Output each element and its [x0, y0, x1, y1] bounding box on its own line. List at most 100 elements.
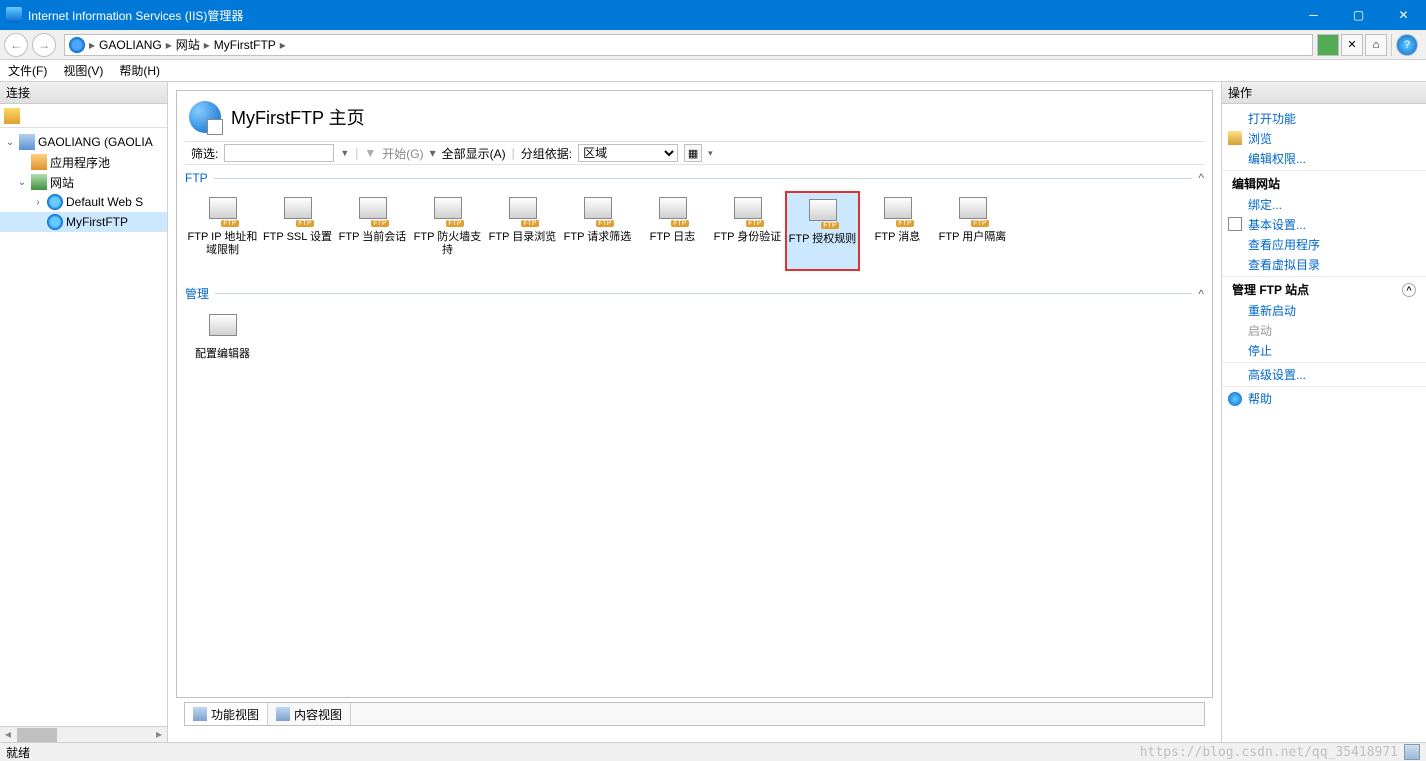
action-browse[interactable]: 浏览: [1222, 128, 1426, 148]
action-start: 启动: [1222, 320, 1426, 340]
collapse-icon[interactable]: ^: [1192, 171, 1204, 185]
action-advanced-settings[interactable]: 高级设置...: [1222, 362, 1426, 384]
feature-icon: FTP: [357, 195, 389, 227]
server-icon: [19, 134, 35, 150]
actions-panel: 操作 打开功能 浏览 编辑权限... 编辑网站 绑定... 基本设置... 查看…: [1221, 82, 1426, 742]
collapse-icon[interactable]: ⌄: [4, 137, 16, 148]
app-pool-icon: [31, 154, 47, 170]
tree-app-pools[interactable]: 应用程序池: [0, 152, 167, 172]
tree-sites-node[interactable]: ⌄ 网站: [0, 172, 167, 192]
connections-tree[interactable]: ⌄ GAOLIANG (GAOLIA 应用程序池 ⌄ 网站 › Default …: [0, 128, 167, 726]
tab-label: 功能视图: [211, 706, 259, 723]
view-tabs: 功能视图 内容视图: [184, 702, 1205, 726]
filter-input[interactable]: [224, 144, 334, 162]
nav-bar: ← → ▸ GAOLIANG ▸ 网站 ▸ MyFirstFTP ▸ ✕ ⌂ ?: [0, 30, 1426, 60]
tree-myfirstftp[interactable]: MyFirstFTP: [0, 212, 167, 232]
feature-item[interactable]: FTPFTP 身份验证: [710, 191, 785, 271]
content-icon: [276, 707, 290, 721]
nav-back-button[interactable]: ←: [4, 33, 28, 57]
collapse-icon[interactable]: ^: [1192, 287, 1204, 301]
view-mode-button[interactable]: ▦: [684, 144, 702, 162]
help-icon: [1228, 392, 1242, 406]
config-level-icon[interactable]: [1404, 744, 1420, 760]
folder-icon[interactable]: [4, 108, 20, 124]
feature-item[interactable]: FTPFTP 防火墙支持: [410, 191, 485, 271]
horizontal-scrollbar[interactable]: ◂ ▸: [0, 726, 167, 742]
feature-item[interactable]: 配置编辑器: [185, 308, 260, 388]
tree-server-node[interactable]: ⌄ GAOLIANG (GAOLIA: [0, 132, 167, 152]
tree-label: 应用程序池: [50, 154, 110, 171]
feature-icon: FTP: [957, 195, 989, 227]
nav-forward-button[interactable]: →: [32, 33, 56, 57]
stop-icon[interactable]: ✕: [1341, 34, 1363, 56]
feature-item[interactable]: FTP FTP 日志: [635, 191, 710, 271]
show-all-button[interactable]: 全部显示(A): [442, 145, 506, 162]
chevron-right-icon: ▸: [280, 38, 286, 52]
feature-item[interactable]: FTPFTP 用户隔离: [935, 191, 1010, 271]
feature-label: FTP 日志: [650, 231, 696, 244]
menu-file[interactable]: 文件(F): [8, 62, 47, 79]
group-label: 管理: [185, 285, 209, 302]
explore-icon: [1228, 131, 1242, 145]
tree-default-site[interactable]: › Default Web S: [0, 192, 167, 212]
action-view-vdirs[interactable]: 查看虚拟目录: [1222, 254, 1426, 274]
divider: [214, 178, 1193, 179]
tree-label: GAOLIANG (GAOLIA: [38, 135, 153, 149]
feature-label: 配置编辑器: [195, 348, 250, 361]
feature-item[interactable]: FTP FTP IP 地址和域限制: [185, 191, 260, 271]
feature-item[interactable]: FTPFTP 消息: [860, 191, 935, 271]
maximize-button[interactable]: ▢: [1336, 0, 1381, 30]
menu-view[interactable]: 视图(V): [63, 62, 103, 79]
feature-icon: FTP: [657, 195, 689, 227]
tab-content-view[interactable]: 内容视图: [268, 703, 351, 725]
tab-features-view[interactable]: 功能视图: [185, 703, 268, 725]
action-basic-settings[interactable]: 基本设置...: [1222, 214, 1426, 234]
globe-icon: [47, 194, 63, 210]
action-stop[interactable]: 停止: [1222, 340, 1426, 360]
feature-item[interactable]: FTP FTP SSL 设置: [260, 191, 335, 271]
feature-icon: FTP: [207, 195, 239, 227]
chevron-right-icon: ▸: [204, 38, 210, 52]
collapse-icon[interactable]: ^: [1402, 283, 1416, 297]
feature-icon: FTP: [282, 195, 314, 227]
feature-label: FTP 防火墙支持: [410, 231, 485, 257]
connections-toolbar: [0, 104, 167, 128]
refresh-icon[interactable]: [1317, 34, 1339, 56]
action-edit-permissions[interactable]: 编辑权限...: [1222, 148, 1426, 168]
home-icon[interactable]: ⌂: [1365, 34, 1387, 56]
feature-item[interactable]: FTP FTP 当前会话: [335, 191, 410, 271]
collapse-icon[interactable]: ⌄: [16, 177, 28, 188]
breadcrumb-part[interactable]: 网站: [176, 36, 200, 53]
groupby-select[interactable]: 区域: [578, 144, 678, 162]
start-button[interactable]: 开始(G): [382, 145, 423, 162]
action-help[interactable]: 帮助: [1222, 386, 1426, 408]
feature-icon: FTP: [882, 195, 914, 227]
expand-icon[interactable]: ›: [32, 197, 44, 208]
action-open-feature[interactable]: 打开功能: [1222, 108, 1426, 128]
status-text: 就绪: [6, 744, 30, 761]
feature-label: FTP SSL 设置: [263, 231, 332, 244]
action-view-apps[interactable]: 查看应用程序: [1222, 234, 1426, 254]
feature-label: FTP 当前会话: [339, 231, 407, 244]
tab-label: 内容视图: [294, 706, 342, 723]
features-icon: [193, 707, 207, 721]
minimize-button[interactable]: ─: [1291, 0, 1336, 30]
tree-label: MyFirstFTP: [66, 215, 128, 229]
feature-item[interactable]: FTPFTP 授权规则: [785, 191, 860, 271]
breadcrumb-part[interactable]: MyFirstFTP: [214, 38, 276, 52]
connections-header: 连接: [0, 82, 167, 104]
close-button[interactable]: ✕: [1381, 0, 1426, 30]
action-bindings[interactable]: 绑定...: [1222, 194, 1426, 214]
feature-item[interactable]: FTPFTP 目录浏览: [485, 191, 560, 271]
breadcrumb-part[interactable]: GAOLIANG: [99, 38, 162, 52]
feature-label: FTP IP 地址和域限制: [185, 231, 260, 257]
ftp-features-grid: FTP FTP IP 地址和域限制 FTP FTP SSL 设置 FTP FTP 当前会话…: [177, 187, 1212, 279]
mgmt-features-grid: 配置编辑器: [177, 304, 1212, 396]
menu-help[interactable]: 帮助(H): [119, 62, 160, 79]
breadcrumb[interactable]: ▸ GAOLIANG ▸ 网站 ▸ MyFirstFTP ▸: [64, 34, 1313, 56]
group-label: FTP: [185, 171, 208, 185]
feature-view: MyFirstFTP 主页 筛选: ▼ | ▼ 开始(G) ▾ 全部显示(A) …: [176, 90, 1213, 698]
help-icon[interactable]: ?: [1396, 34, 1418, 56]
feature-item[interactable]: FTPFTP 请求筛选: [560, 191, 635, 271]
action-restart[interactable]: 重新启动: [1222, 300, 1426, 320]
